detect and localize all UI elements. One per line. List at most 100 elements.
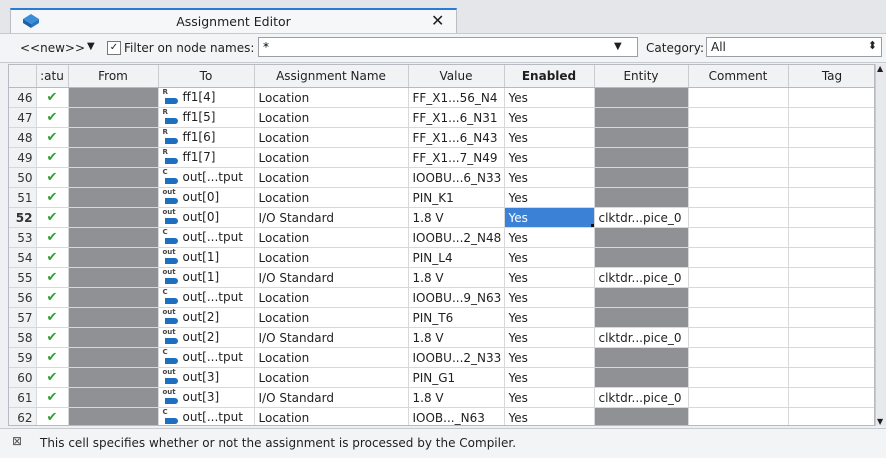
table-row[interactable]: 56 ✔ Cout[...tput Location IOOBU...9_N63 Yes xyxy=(9,287,874,308)
to-cell[interactable]: Cout[...tput xyxy=(158,167,255,188)
enabled-cell[interactable]: Yes xyxy=(504,207,595,228)
column-header[interactable]: To xyxy=(158,65,255,88)
to-cell[interactable]: out out[3] xyxy=(158,367,255,388)
entity-cell[interactable] xyxy=(594,367,689,388)
value-cell[interactable]: PIN_K1 xyxy=(408,187,505,208)
table-row[interactable]: 55 ✔ out out[1] I/O Standard 1.8 V Yes clktdr..… xyxy=(9,267,874,288)
enabled-cell[interactable]: Yes xyxy=(504,367,595,388)
assignment-name-cell[interactable]: I/O Standard xyxy=(254,387,409,408)
table-row[interactable]: 57 ✔ out out[2] Location PIN_T6 Yes xyxy=(9,307,874,328)
row-number[interactable]: 57 xyxy=(9,307,37,328)
entity-cell[interactable] xyxy=(594,87,689,108)
enabled-cell[interactable]: Yes xyxy=(504,347,595,368)
comment-cell[interactable] xyxy=(688,207,789,228)
comment-cell[interactable] xyxy=(688,247,789,268)
to-cell[interactable]: Rff1[7] xyxy=(158,147,255,168)
row-number[interactable]: 52 xyxy=(9,207,37,228)
assignment-name-cell[interactable]: Location xyxy=(254,367,409,388)
comment-cell[interactable] xyxy=(688,87,789,108)
entity-cell[interactable] xyxy=(594,187,689,208)
table-row[interactable]: 52 ✔ out out[0] I/O Standard 1.8 V Yes clktdr..… xyxy=(9,207,874,228)
entity-cell[interactable] xyxy=(594,147,689,168)
comment-cell[interactable] xyxy=(688,327,789,348)
value-cell[interactable]: PIN_G1 xyxy=(408,367,505,388)
filter-checkbox[interactable]: ✓ xyxy=(107,41,121,55)
category-select[interactable]: All ⬍ xyxy=(706,37,882,57)
node-selector[interactable]: <<new>> xyxy=(20,41,85,55)
assignment-name-cell[interactable]: Location xyxy=(254,187,409,208)
row-number[interactable]: 61 xyxy=(9,387,37,408)
table-row[interactable]: 48 ✔ Rff1[6] Location FF_X1...6_N43 Yes xyxy=(9,127,874,148)
column-header[interactable]: Comment xyxy=(688,65,789,88)
from-cell[interactable] xyxy=(68,167,159,188)
tag-cell[interactable] xyxy=(788,147,874,168)
tag-cell[interactable] xyxy=(788,347,874,368)
from-cell[interactable] xyxy=(68,127,159,148)
fill-handle[interactable] xyxy=(590,224,593,227)
from-cell[interactable] xyxy=(68,207,159,228)
value-cell[interactable]: IOOBU...6_N33 xyxy=(408,167,505,188)
from-cell[interactable] xyxy=(68,287,159,308)
comment-cell[interactable] xyxy=(688,147,789,168)
value-cell[interactable]: 1.8 V xyxy=(408,387,505,408)
tag-cell[interactable] xyxy=(788,107,874,128)
from-cell[interactable] xyxy=(68,147,159,168)
row-number[interactable]: 53 xyxy=(9,227,37,248)
row-number[interactable]: 59 xyxy=(9,347,37,368)
row-number[interactable]: 56 xyxy=(9,287,37,308)
value-cell[interactable]: IOOBU...2_N48 xyxy=(408,227,505,248)
column-header[interactable]: Enabled xyxy=(504,65,595,88)
entity-cell[interactable]: clktdr...pice_0 xyxy=(594,267,689,288)
enabled-cell[interactable]: Yes xyxy=(504,227,595,248)
value-cell[interactable]: IOOBU...2_N33 xyxy=(408,347,505,368)
to-cell[interactable]: Cout[...tput xyxy=(158,407,255,425)
assignment-name-cell[interactable]: Location xyxy=(254,227,409,248)
comment-cell[interactable] xyxy=(688,127,789,148)
table-row[interactable]: 61 ✔ out out[3] I/O Standard 1.8 V Yes clktdr..… xyxy=(9,387,874,408)
assignment-name-cell[interactable]: I/O Standard xyxy=(254,207,409,228)
entity-cell[interactable] xyxy=(594,227,689,248)
enabled-cell[interactable]: Yes xyxy=(504,327,595,348)
entity-cell[interactable]: clktdr...pice_0 xyxy=(594,387,689,408)
comment-cell[interactable] xyxy=(688,387,789,408)
table-row[interactable]: 47 ✔ Rff1[5] Location FF_X1...6_N31 Yes xyxy=(9,107,874,128)
enabled-cell[interactable]: Yes xyxy=(504,267,595,288)
entity-cell[interactable] xyxy=(594,407,689,425)
assignment-name-cell[interactable]: Location xyxy=(254,347,409,368)
from-cell[interactable] xyxy=(68,407,159,425)
comment-cell[interactable] xyxy=(688,227,789,248)
from-cell[interactable] xyxy=(68,267,159,288)
tag-cell[interactable] xyxy=(788,287,874,308)
comment-cell[interactable] xyxy=(688,187,789,208)
enabled-cell[interactable]: Yes xyxy=(504,247,595,268)
from-cell[interactable] xyxy=(68,87,159,108)
assignment-name-cell[interactable]: Location xyxy=(254,247,409,268)
to-cell[interactable]: out out[2] xyxy=(158,307,255,328)
enabled-cell[interactable]: Yes xyxy=(504,187,595,208)
to-cell[interactable]: Cout[...tput xyxy=(158,347,255,368)
comment-cell[interactable] xyxy=(688,267,789,288)
scroll-up-icon[interactable]: ▲ xyxy=(877,64,883,73)
to-cell[interactable]: out out[0] xyxy=(158,187,255,208)
tag-cell[interactable] xyxy=(788,407,874,425)
comment-cell[interactable] xyxy=(688,167,789,188)
value-cell[interactable]: FF_X1...6_N31 xyxy=(408,107,505,128)
to-cell[interactable]: out out[1] xyxy=(158,247,255,268)
assignment-name-cell[interactable]: Location xyxy=(254,307,409,328)
enabled-cell[interactable]: Yes xyxy=(504,107,595,128)
table-row[interactable]: 51 ✔ out out[0] Location PIN_K1 Yes xyxy=(9,187,874,208)
enabled-cell[interactable]: Yes xyxy=(504,127,595,148)
assignment-name-cell[interactable]: Location xyxy=(254,127,409,148)
close-icon[interactable]: ✕ xyxy=(431,11,444,30)
assignment-name-cell[interactable]: I/O Standard xyxy=(254,327,409,348)
row-number[interactable]: 58 xyxy=(9,327,37,348)
table-row[interactable]: 62 ✔ Cout[...tput Location IOOB..._N63 Yes xyxy=(9,407,874,425)
tag-cell[interactable] xyxy=(788,387,874,408)
from-cell[interactable] xyxy=(68,327,159,348)
value-cell[interactable]: PIN_T6 xyxy=(408,307,505,328)
comment-cell[interactable] xyxy=(688,347,789,368)
row-number[interactable]: 55 xyxy=(9,267,37,288)
entity-cell[interactable] xyxy=(594,167,689,188)
to-cell[interactable]: Cout[...tput xyxy=(158,227,255,248)
filter-dropdown-icon[interactable]: ▼ xyxy=(614,41,622,52)
